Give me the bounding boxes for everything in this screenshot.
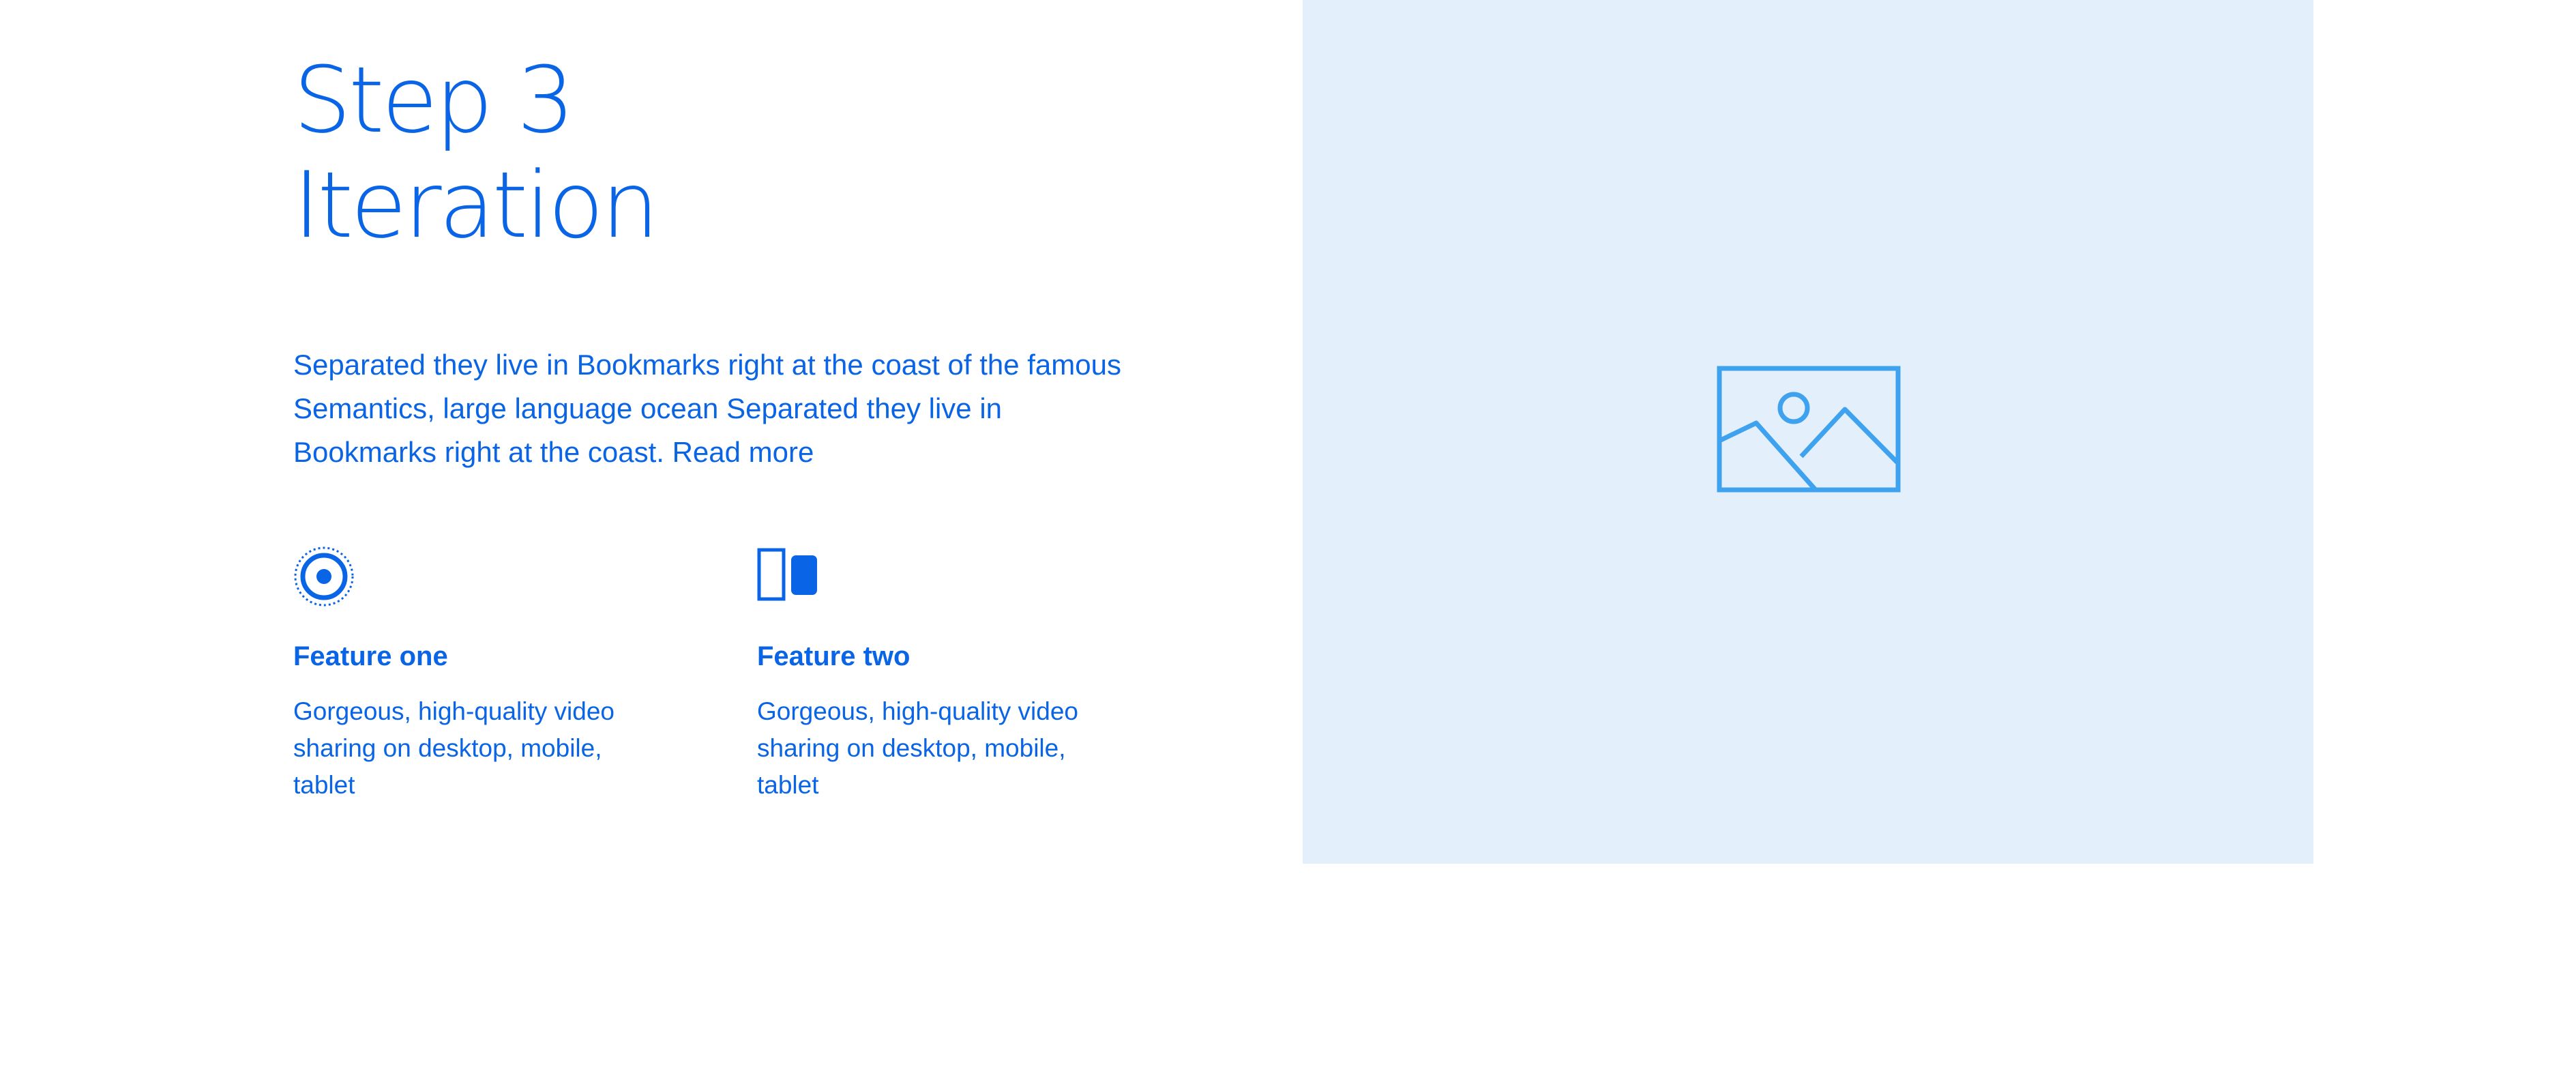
section-title: Step 3 Iteration	[293, 47, 659, 259]
feature-description: Gorgeous, high-quality video sharing on …	[293, 697, 615, 799]
media-panel	[1303, 0, 2313, 864]
read-more-link[interactable]: Read more	[672, 436, 814, 468]
feature-title: Feature two	[757, 641, 911, 671]
intro-paragraph: Separated they live in Bookmarks right a…	[293, 343, 1139, 474]
image-placeholder-icon	[1717, 366, 1901, 493]
devices-icon	[757, 548, 817, 601]
title-step: Step 3	[293, 47, 575, 154]
target-icon	[294, 546, 354, 607]
feature-two: Feature two Gorgeous, high-quality video…	[757, 546, 1139, 799]
title-iteration: Iteration	[293, 152, 659, 259]
feature-description: Gorgeous, high-quality video sharing on …	[757, 697, 1079, 799]
feature-title: Feature one	[293, 641, 448, 671]
feature-one: Feature one Gorgeous, high-quality video…	[293, 546, 675, 799]
